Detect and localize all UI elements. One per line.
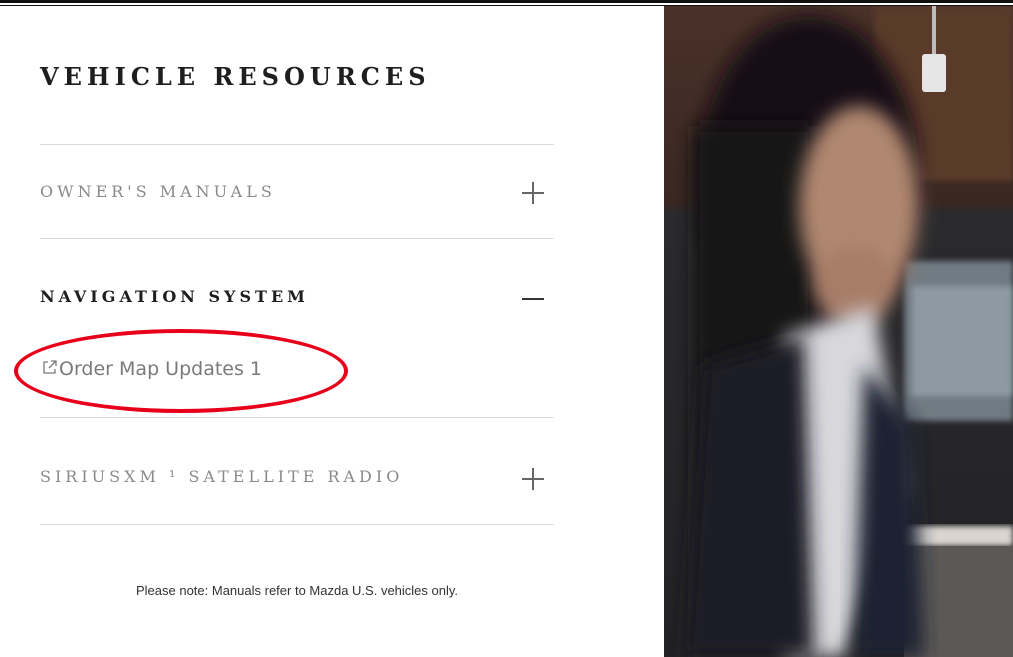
minus-icon[interactable] [522, 287, 546, 311]
divider [40, 524, 554, 525]
order-map-updates-label: Order Map Updates 1 [59, 358, 263, 380]
divider [40, 238, 554, 239]
accordion-siriusxm-satellite-radio[interactable]: SIRIUSXM ¹ SATELLITE RADIO [40, 467, 403, 486]
plus-icon[interactable] [522, 467, 546, 491]
external-link-icon [43, 360, 57, 374]
section-title: VEHICLE RESOURCES [40, 62, 431, 91]
vehicle-resources-panel: VEHICLE RESOURCES OWNER'S MANUALS NAVIGA… [0, 6, 660, 657]
accordion-owners-manuals[interactable]: OWNER'S MANUALS [40, 182, 276, 201]
divider [40, 144, 554, 145]
manuals-note: Please note: Manuals refer to Mazda U.S.… [135, 583, 459, 598]
accordion-navigation-system[interactable]: NAVIGATION SYSTEM [40, 287, 309, 306]
order-map-updates-link[interactable]: Order Map Updates 1 [42, 358, 262, 380]
plus-icon[interactable] [522, 181, 546, 205]
hero-photo [664, 6, 1013, 657]
hero-photo-art [664, 6, 1013, 657]
divider [40, 417, 554, 418]
